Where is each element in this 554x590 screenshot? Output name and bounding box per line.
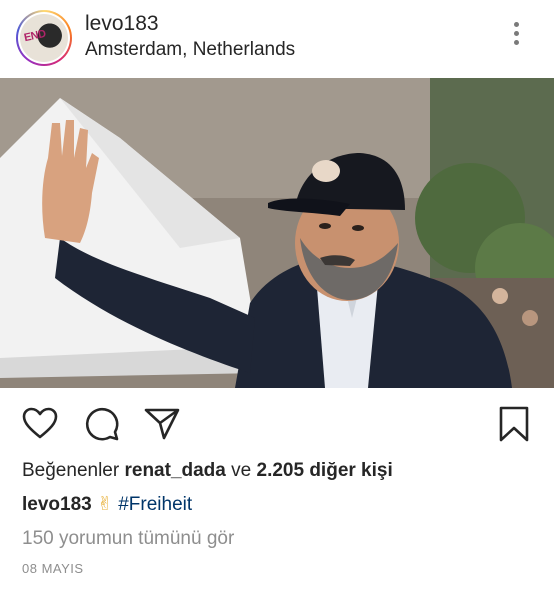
likes-count[interactable]: 2.205 diğer kişi xyxy=(257,460,393,481)
view-all-comments-link[interactable]: 150 yorumun tümünü gör xyxy=(22,528,234,550)
victory-hand-emoji: ✌ xyxy=(97,494,113,515)
likes-middle: ve xyxy=(231,460,252,481)
likes-prefix: Beğenenler xyxy=(22,460,120,481)
likes-summary[interactable]: Beğenenler renat_dada ve 2.205 diğer kiş… xyxy=(22,460,393,482)
avatar-logo-text: END xyxy=(22,27,47,45)
avatar-image: END xyxy=(20,14,68,62)
post-date: 08 MAYIS xyxy=(22,561,84,576)
liked-by-user[interactable]: renat_dada xyxy=(124,460,225,481)
comment-icon[interactable] xyxy=(82,404,122,444)
caption-username[interactable]: levo183 xyxy=(22,494,92,515)
more-options-icon[interactable] xyxy=(506,22,526,52)
heart-icon[interactable] xyxy=(20,404,60,444)
post-header: END levo183 Amsterdam, Netherlands xyxy=(0,0,554,78)
username-link[interactable]: levo183 xyxy=(85,12,159,36)
avatar[interactable]: END xyxy=(16,10,72,66)
location-link[interactable]: Amsterdam, Netherlands xyxy=(85,39,295,61)
post-caption: levo183 ✌ #Freiheit xyxy=(22,493,192,516)
bookmark-icon[interactable] xyxy=(494,404,534,444)
post-photo[interactable] xyxy=(0,78,554,388)
post-actions xyxy=(0,388,554,460)
hashtag-link[interactable]: #Freiheit xyxy=(118,494,192,515)
share-icon[interactable] xyxy=(142,404,182,444)
